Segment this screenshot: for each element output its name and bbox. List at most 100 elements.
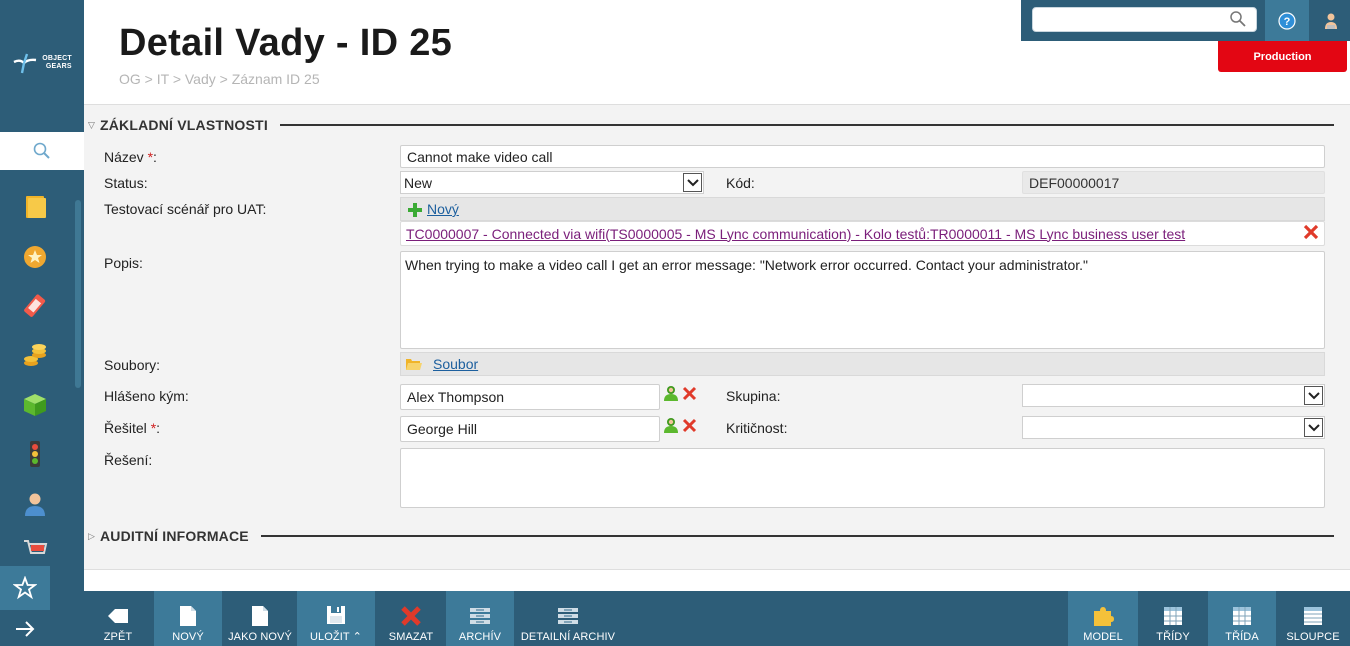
back-button[interactable]: ZPĚT: [84, 591, 152, 646]
delete-icon: [401, 606, 421, 626]
search-icon: [33, 142, 50, 159]
user-icon: [25, 493, 45, 516]
description-label: Popis:: [104, 255, 143, 271]
user-icon: [1324, 13, 1337, 29]
plus-icon[interactable]: [407, 202, 423, 218]
global-search-input[interactable]: [1032, 7, 1257, 32]
sidebar-item-shop[interactable]: [0, 529, 70, 559]
scenario-link[interactable]: TC0000007 - Connected via wifi(TS0000005…: [406, 226, 1185, 242]
object-gears-logo-icon: [13, 53, 37, 74]
clear-user-icon[interactable]: [682, 418, 697, 433]
add-file-link[interactable]: Soubor: [433, 356, 478, 372]
classes-button[interactable]: TŘÍDY: [1139, 591, 1207, 646]
group-select[interactable]: [1022, 384, 1325, 407]
remove-scenario-icon[interactable]: [1303, 224, 1319, 240]
cube-icon: [24, 393, 46, 416]
user-menu-button[interactable]: [1311, 0, 1350, 41]
chevron-down-icon[interactable]: [683, 173, 702, 192]
archive-icon: [558, 608, 578, 624]
description-textarea[interactable]: When trying to make a video call I get a…: [400, 251, 1325, 349]
scenario-item: TC0000007 - Connected via wifi(TS0000005…: [400, 221, 1325, 246]
scenario-label: Testovací scénář pro UAT:: [104, 201, 267, 217]
files-label: Soubory:: [104, 357, 161, 373]
help-icon: ?: [1278, 11, 1296, 30]
section-title: ZÁKLADNÍ VLASTNOSTI: [100, 117, 268, 133]
files-toolbar: Soubor: [400, 352, 1325, 376]
chevron-up-icon[interactable]: ⌃: [353, 631, 362, 643]
search-icon[interactable]: [1229, 10, 1247, 28]
archive-button[interactable]: ARCHÍV: [446, 591, 514, 646]
clear-user-icon[interactable]: [682, 386, 697, 401]
select-user-icon[interactable]: [662, 385, 680, 402]
star-icon: [13, 576, 37, 600]
detail-archive-button[interactable]: DETAILNÍ ARCHIV: [516, 591, 620, 646]
new-button[interactable]: NOVÝ: [154, 591, 222, 646]
save-button[interactable]: ULOŽIT ⌃: [297, 591, 375, 646]
copy-as-new-button[interactable]: JAKO NOVÝ: [224, 591, 296, 646]
folder-icon: [26, 195, 46, 218]
new-document-icon: [180, 606, 196, 626]
sidebar-item-status[interactable]: [0, 430, 70, 480]
svg-text:?: ?: [1284, 16, 1291, 28]
sidebar-scrollbar[interactable]: [75, 200, 81, 388]
traffic-light-icon: [30, 441, 40, 468]
sidebar-item-tags[interactable]: [0, 281, 70, 331]
sidebar-item-finance[interactable]: [0, 331, 70, 381]
logo[interactable]: OBJECT GEARS: [0, 0, 84, 132]
badge-icon: [24, 246, 46, 269]
coins-icon: [24, 344, 46, 367]
puzzle-icon: [1094, 607, 1114, 626]
criticality-label: Kritičnost:: [726, 420, 788, 436]
solution-label: Řešení:: [104, 452, 153, 468]
status-select[interactable]: New: [400, 171, 704, 194]
chevron-down-icon[interactable]: [1304, 418, 1323, 437]
section-audit-info[interactable]: ▷ AUDITNÍ INFORMACE: [88, 528, 1334, 544]
sidebar-search-button[interactable]: [0, 132, 84, 170]
logo-line-2: GEARS: [45, 63, 72, 70]
reported-by-label: Hlášeno kým:: [104, 388, 189, 404]
solver-label: Řešitel *:: [104, 420, 161, 436]
copy-document-icon: [252, 606, 268, 626]
bottom-toolbar: ZPĚT NOVÝ JAKO NOVÝ ULOŽIT ⌃ SMAZAT ARCH…: [84, 591, 1350, 646]
chevron-down-icon[interactable]: [1304, 386, 1323, 405]
solution-textarea[interactable]: [400, 448, 1325, 508]
section-basic-properties[interactable]: ▽ ZÁKLADNÍ VLASTNOSTI: [88, 117, 1334, 133]
code-label: Kód:: [726, 175, 755, 191]
arrow-right-icon: [16, 621, 35, 637]
solver-input[interactable]: [400, 416, 660, 442]
save-icon: [327, 606, 345, 624]
reported-by-input[interactable]: [400, 384, 660, 410]
group-label: Skupina:: [726, 388, 781, 404]
sidebar: OBJECT GEARS: [0, 0, 84, 646]
sidebar-item-documents[interactable]: [0, 182, 70, 232]
status-selected-value: New: [404, 175, 433, 191]
page-title: Detail Vady - ID 25: [119, 22, 453, 64]
archive-icon: [470, 608, 490, 624]
code-value: DEF00000017: [1022, 171, 1325, 194]
class-button[interactable]: TŘÍDA: [1208, 591, 1276, 646]
table-columns-icon: [1304, 607, 1322, 625]
select-user-icon[interactable]: [662, 417, 680, 434]
criticality-select[interactable]: [1022, 416, 1325, 439]
delete-button[interactable]: SMAZAT: [376, 591, 446, 646]
columns-button[interactable]: SLOUPCE: [1278, 591, 1348, 646]
grid-icon: [1233, 607, 1251, 625]
tag-icon: [24, 294, 46, 317]
breadcrumb[interactable]: OG > IT > Vady > Záznam ID 25: [119, 71, 320, 87]
expand-sidebar-button[interactable]: [0, 612, 50, 646]
folder-open-icon[interactable]: [405, 357, 423, 371]
sidebar-item-badges[interactable]: [0, 232, 70, 282]
sidebar-item-users[interactable]: [0, 479, 70, 529]
add-scenario-link[interactable]: Nový: [427, 201, 459, 217]
name-input[interactable]: [400, 145, 1325, 168]
sidebar-item-packages[interactable]: [0, 380, 70, 430]
help-button[interactable]: ?: [1265, 0, 1309, 41]
back-icon: [108, 609, 128, 623]
favorites-button[interactable]: [0, 566, 50, 610]
collapse-triangle-icon: ▽: [88, 119, 95, 130]
section-title: AUDITNÍ INFORMACE: [100, 528, 249, 544]
name-label: Název *:: [104, 149, 157, 165]
environment-badge: Production: [1218, 41, 1347, 72]
model-button[interactable]: MODEL: [1068, 591, 1138, 646]
grid-icon: [1164, 607, 1182, 625]
